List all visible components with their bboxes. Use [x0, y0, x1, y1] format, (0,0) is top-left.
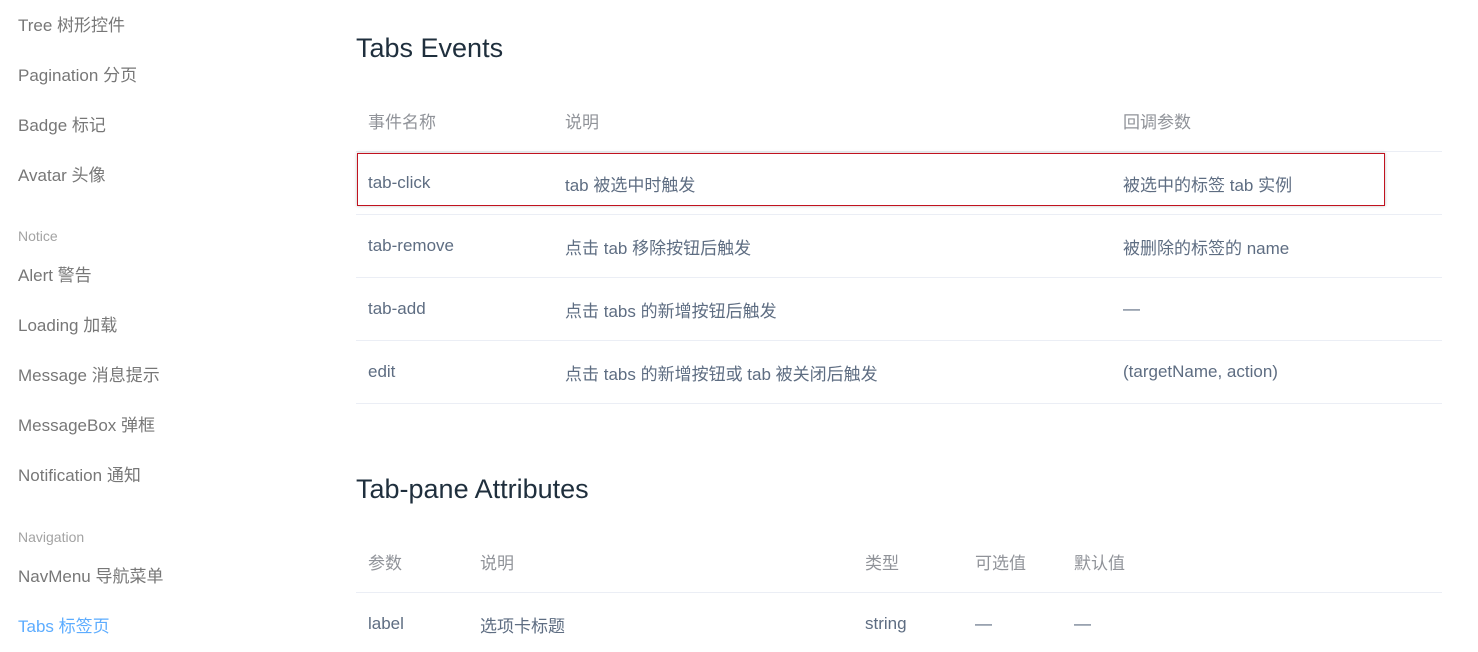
event-description-cell: 点击 tab 移除按钮后触发 — [565, 238, 752, 258]
events-table: 事件名称 说明 回调参数 tab-click tab 被选中时触发 被选中的标签… — [356, 90, 1442, 404]
event-name-cell: tab-add — [368, 299, 426, 318]
sidebar-item-navmenu[interactable]: NavMenu 导航菜单 — [18, 565, 163, 589]
table-row: label 选项卡标题 string — — — [356, 593, 1442, 652]
column-header-options: 可选值 — [975, 554, 1026, 573]
attr-description-cell: 选项卡标题 — [480, 616, 565, 636]
attr-default-cell: — — [1074, 614, 1091, 633]
sidebar-item-loading[interactable]: Loading 加载 — [18, 314, 117, 338]
section-title-tab-pane-attributes: Tab-pane Attributes — [356, 474, 589, 504]
event-params-cell: 被删除的标签的 name — [1123, 238, 1290, 258]
main-content: Tabs Events 事件名称 说明 回调参数 tab-click tab 被… — [356, 0, 1442, 652]
event-name-cell: tab-remove — [368, 236, 454, 255]
sidebar-nav: Tree 树形控件 Pagination 分页 Badge 标记 Avatar … — [0, 0, 300, 652]
table-header-row: 参数 说明 类型 可选值 默认值 — [356, 531, 1442, 593]
event-params-cell: (targetName, action) — [1123, 362, 1278, 381]
sidebar-item-pagination[interactable]: Pagination 分页 — [18, 64, 137, 88]
event-description-cell: 点击 tabs 的新增按钮后触发 — [565, 301, 777, 321]
event-description-cell: tab 被选中时触发 — [565, 175, 696, 195]
sidebar-item-alert[interactable]: Alert 警告 — [18, 264, 92, 288]
sidebar-item-messagebox[interactable]: MessageBox 弹框 — [18, 414, 155, 438]
column-header-event-name: 事件名称 — [368, 113, 436, 132]
docs-page: Tree 树形控件 Pagination 分页 Badge 标记 Avatar … — [0, 0, 1478, 652]
sidebar-item-tree[interactable]: Tree 树形控件 — [18, 14, 125, 38]
sidebar-item-avatar[interactable]: Avatar 头像 — [18, 164, 106, 188]
column-header-description: 说明 — [480, 554, 514, 573]
event-description-cell: 点击 tabs 的新增按钮或 tab 被关闭后触发 — [565, 364, 878, 384]
event-name-cell: edit — [368, 362, 396, 381]
sidebar-item-notification[interactable]: Notification 通知 — [18, 464, 141, 488]
column-header-description: 说明 — [565, 113, 599, 132]
table-row: edit 点击 tabs 的新增按钮或 tab 被关闭后触发 (targetNa… — [356, 341, 1442, 404]
attr-options-cell: — — [975, 614, 992, 633]
attr-type-cell: string — [865, 614, 907, 633]
column-header-default: 默认值 — [1074, 554, 1125, 573]
sidebar-item-message[interactable]: Message 消息提示 — [18, 364, 160, 388]
sidebar-item-badge[interactable]: Badge 标记 — [18, 114, 106, 138]
event-name-cell: tab-click — [368, 173, 431, 192]
sidebar-group-notice: Notice — [18, 228, 58, 244]
attr-param-cell: label — [368, 614, 404, 633]
table-header-row: 事件名称 说明 回调参数 — [356, 90, 1442, 152]
table-row: tab-click tab 被选中时触发 被选中的标签 tab 实例 — [356, 152, 1442, 215]
column-header-callback-params: 回调参数 — [1123, 113, 1191, 132]
column-header-param: 参数 — [368, 554, 402, 573]
table-row: tab-remove 点击 tab 移除按钮后触发 被删除的标签的 name — [356, 215, 1442, 278]
column-header-type: 类型 — [865, 554, 899, 573]
event-params-cell: 被选中的标签 tab 实例 — [1123, 175, 1293, 195]
section-title-tabs-events: Tabs Events — [356, 33, 504, 63]
sidebar-item-tabs[interactable]: Tabs 标签页 — [18, 615, 110, 639]
table-row: tab-add 点击 tabs 的新增按钮后触发 — — [356, 278, 1442, 341]
attributes-table: 参数 说明 类型 可选值 默认值 label 选项卡标题 string — — — [356, 531, 1442, 652]
event-params-cell: — — [1123, 299, 1140, 318]
sidebar-group-navigation: Navigation — [18, 529, 85, 545]
